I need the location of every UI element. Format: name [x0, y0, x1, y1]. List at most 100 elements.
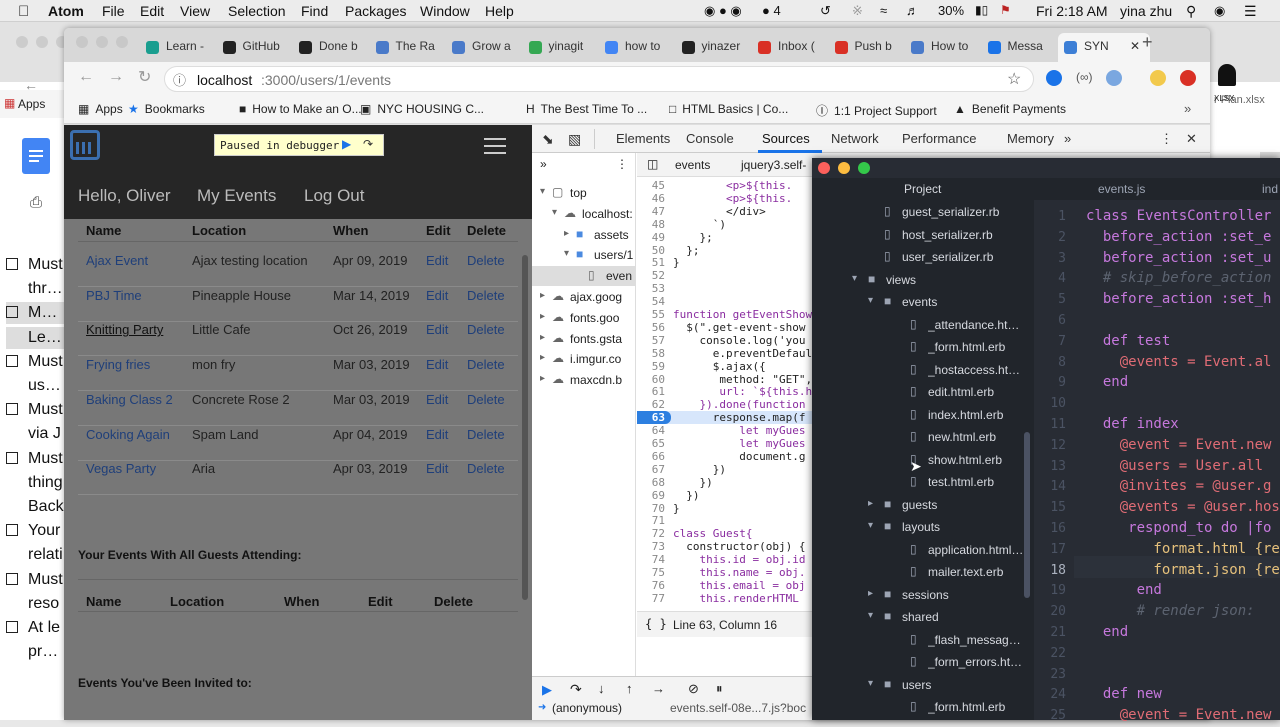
project-tree-item[interactable]: ▯ host_serializer.rb: [812, 225, 1022, 247]
devtools-tab[interactable]: Performance: [902, 131, 976, 146]
back-button[interactable]: ←: [78, 68, 94, 86]
more-bookmarks-icon[interactable]: »: [1184, 101, 1191, 116]
browser-tab[interactable]: Grow a: [446, 33, 522, 62]
project-tree-item[interactable]: ▾ ■ users: [812, 675, 1022, 697]
bookmark-item[interactable]: ▲ Benefit Payments: [954, 102, 1066, 116]
browser-tab[interactable]: how to: [599, 33, 675, 62]
new-tab-button[interactable]: +: [1142, 32, 1153, 53]
expand-arrow-icon[interactable]: ▾: [868, 678, 873, 689]
browser-tab[interactable]: yinazer: [676, 33, 752, 62]
browser-tab[interactable]: yinagit: [523, 33, 599, 62]
expand-arrow-icon[interactable]: ▸: [540, 373, 545, 384]
xlsx-file-icon[interactable]: XLSX: [1212, 60, 1240, 106]
project-tree-item[interactable]: ▸ ■ guests: [812, 495, 1022, 517]
browser-tab[interactable]: Inbox (: [752, 33, 828, 62]
extension-icon[interactable]: [1106, 70, 1122, 86]
status-icons[interactable]: ◉ ● ◉: [704, 3, 742, 19]
project-tree-item[interactable]: ▯ _form.html.erb: [812, 337, 1022, 359]
expand-arrow-icon[interactable]: ▾: [868, 295, 873, 306]
atom-close-button[interactable]: [818, 162, 830, 174]
pause-on-exceptions-icon[interactable]: ⏸: [716, 681, 723, 697]
nav-hello[interactable]: Hello, Oliver: [78, 186, 171, 206]
browser-tab[interactable]: The Ra: [370, 33, 446, 62]
event-name-link[interactable]: Ajax Event: [86, 253, 148, 268]
checkbox-icon[interactable]: [6, 403, 18, 416]
browser-tab[interactable]: How to: [905, 33, 981, 62]
devtools-tab[interactable]: Network: [831, 131, 879, 146]
extension-icon[interactable]: [1046, 70, 1062, 86]
bookmark-item[interactable]: ▣ NYC HOUSING C...: [360, 102, 484, 116]
checkbox-icon[interactable]: [6, 354, 18, 367]
nav-my-events[interactable]: My Events: [197, 186, 276, 206]
project-tree-item[interactable]: ▾ ■ layouts: [812, 517, 1022, 539]
expand-arrow-icon[interactable]: ▸: [564, 228, 569, 239]
toggle-navigator-icon[interactable]: »: [540, 157, 547, 171]
menu-packages[interactable]: Packages: [345, 3, 406, 19]
expand-arrow-icon[interactable]: ▸: [540, 352, 545, 363]
project-tree-item[interactable]: ▯ test.html.erb: [812, 472, 1022, 494]
pretty-print-icon[interactable]: { }: [645, 617, 667, 631]
expand-arrow-icon[interactable]: ▸: [540, 290, 545, 301]
delete-link[interactable]: Delete: [467, 461, 505, 476]
event-name-link[interactable]: Cooking Again: [86, 427, 170, 442]
expand-arrow-icon[interactable]: ▾: [564, 248, 569, 259]
profile-avatar-icon[interactable]: [1150, 70, 1166, 86]
source-tab-events[interactable]: events: [675, 158, 710, 172]
project-tree-item[interactable]: ▯ _flash_messages.html: [812, 630, 1026, 652]
navigator-item[interactable]: ▾ ▢ top: [532, 183, 636, 203]
user-name[interactable]: yina zhu: [1120, 3, 1172, 19]
project-tree-item[interactable]: ▯ index.html.erb: [812, 405, 1022, 427]
step-over-icon[interactable]: ↷: [363, 137, 373, 151]
project-tree-item[interactable]: ▯ application.html.erb: [812, 540, 1026, 562]
menu-file[interactable]: File: [102, 3, 125, 19]
spotlight-icon[interactable]: ⚲: [1186, 3, 1196, 20]
edit-link[interactable]: Edit: [426, 322, 448, 337]
bookmark-item[interactable]: □ HTML Basics | Co...: [669, 102, 788, 116]
browser-tab[interactable]: Done b: [293, 33, 369, 62]
project-scrollbar[interactable]: [1024, 432, 1030, 598]
menu-app-name[interactable]: Atom: [48, 3, 84, 19]
callstack-frame[interactable]: (anonymous): [552, 701, 622, 715]
project-tree-item[interactable]: ▾ ■ views: [812, 270, 1022, 292]
edit-link[interactable]: Edit: [426, 253, 448, 268]
project-tree-item[interactable]: ▯ user_serializer.rb: [812, 247, 1022, 269]
navigator-item[interactable]: ▸ ☁ fonts.goo: [532, 308, 636, 328]
devtools-tab[interactable]: Elements: [616, 131, 670, 146]
expand-arrow-icon[interactable]: ▸: [868, 498, 873, 509]
tab-close-icon[interactable]: ✕: [1130, 39, 1140, 53]
address-bar[interactable]: ⓘ localhost :3000/users/1/events ☆: [164, 66, 1034, 92]
menu-view[interactable]: View: [180, 3, 210, 19]
callstack-file[interactable]: events.self-08e...7.js?boc: [670, 701, 806, 715]
device-toolbar-icon[interactable]: ▧: [568, 131, 581, 148]
hamburger-menu-icon[interactable]: [484, 138, 506, 154]
volume-icon[interactable]: ♬: [906, 3, 919, 18]
clock[interactable]: Fri 2:18 AM: [1036, 3, 1108, 19]
edit-link[interactable]: Edit: [426, 357, 448, 372]
bookmark-star-icon[interactable]: ☆: [1007, 69, 1021, 89]
expand-arrow-icon[interactable]: ▸: [540, 332, 545, 343]
project-panel-title[interactable]: Project: [904, 182, 941, 196]
bookmark-item[interactable]: ★ Bookmarks: [128, 102, 205, 116]
print-icon[interactable]: ⎙: [30, 194, 42, 211]
delete-link[interactable]: Delete: [467, 357, 505, 372]
resume-icon[interactable]: ▶: [342, 137, 351, 151]
navigator-menu-icon[interactable]: ⋮: [616, 157, 628, 171]
bookmark-item[interactable]: Ⓘ 1:1 Project Support: [816, 102, 937, 119]
browser-tab[interactable]: Learn -: [140, 33, 216, 62]
deactivate-breakpoints-icon[interactable]: ⊘: [688, 681, 699, 697]
delete-link[interactable]: Delete: [467, 253, 505, 268]
checkbox-icon[interactable]: [6, 621, 18, 633]
calendar-icon[interactable]: [70, 130, 100, 160]
devtools-menu-icon[interactable]: ⋮: [1160, 131, 1173, 147]
event-name-link[interactable]: Baking Class 2: [86, 392, 173, 407]
status-badge[interactable]: ● 4: [762, 3, 781, 18]
edit-link[interactable]: Edit: [426, 427, 448, 442]
source-tab-jquery[interactable]: jquery3.self-: [741, 158, 806, 172]
editor-tab-events-js[interactable]: events.js: [1098, 182, 1145, 196]
devtools-tab[interactable]: Sources: [762, 131, 810, 146]
atom-zoom-button[interactable]: [858, 162, 870, 174]
project-tree-item[interactable]: ▯ guest_serializer.rb: [812, 202, 1022, 224]
edit-link[interactable]: Edit: [426, 461, 448, 476]
wifi-icon[interactable]: ≈: [880, 3, 887, 18]
checkbox-icon[interactable]: [6, 524, 18, 537]
